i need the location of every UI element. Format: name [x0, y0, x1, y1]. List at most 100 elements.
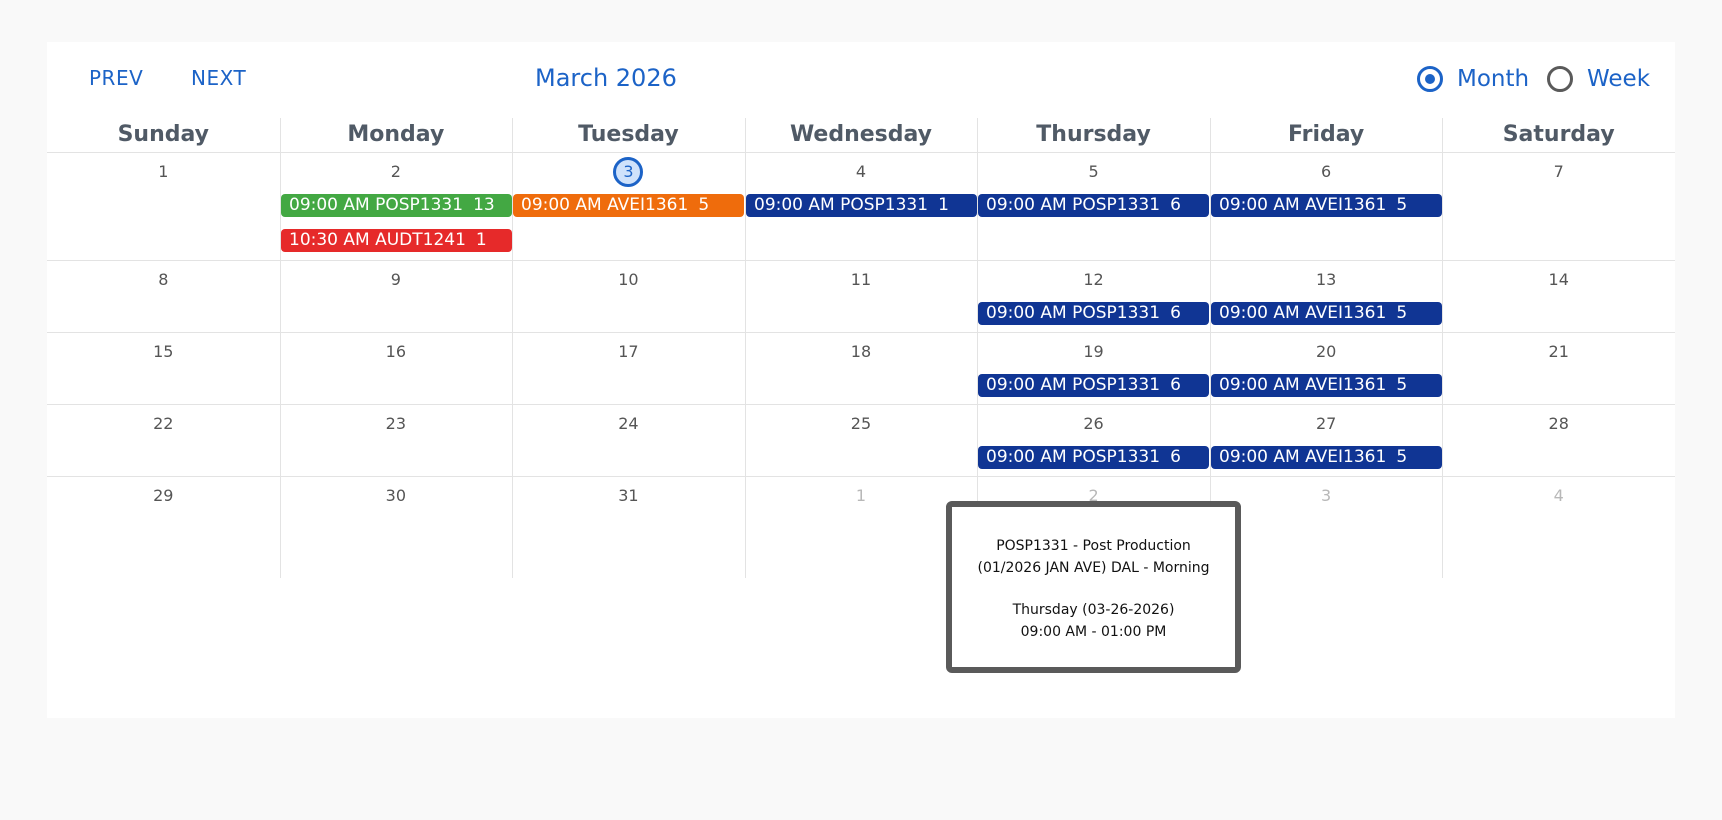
- day-number[interactable]: 25: [745, 414, 978, 434]
- event-count: 6: [1170, 195, 1181, 215]
- day-number[interactable]: 17: [512, 342, 745, 362]
- event-time: 09:00 AM: [986, 375, 1067, 395]
- event-time: 09:00 AM: [1219, 375, 1300, 395]
- day-number[interactable]: 22: [47, 414, 280, 434]
- calendar-event[interactable]: 10:30 AM AUDT1241 1: [281, 229, 512, 252]
- event-count: 1: [938, 195, 949, 215]
- adjacent-month-day-number[interactable]: 3: [1210, 486, 1443, 506]
- weekday-header-sunday: Sunday: [117, 122, 209, 147]
- calendar-event[interactable]: 09:00 AM POSP1331 6: [978, 374, 1209, 397]
- event-time: 09:00 AM: [289, 195, 370, 215]
- day-number[interactable]: 29: [47, 486, 280, 506]
- day-number[interactable]: 16: [280, 342, 513, 362]
- weekday-header-saturday: Saturday: [1502, 122, 1615, 147]
- day-number[interactable]: 21: [1442, 342, 1675, 362]
- event-code: AVEI1361: [607, 195, 689, 215]
- weekday-header-monday: Monday: [347, 122, 445, 147]
- week-divider: [47, 260, 1675, 261]
- day-number[interactable]: 13: [1210, 270, 1443, 290]
- calendar-event[interactable]: 09:00 AM AVEI1361 5: [1211, 446, 1442, 469]
- event-count: 6: [1170, 375, 1181, 395]
- next-button[interactable]: NEXT: [191, 66, 246, 90]
- adjacent-month-day-number[interactable]: 1: [745, 486, 978, 506]
- day-number[interactable]: 27: [1210, 414, 1443, 434]
- weekday-header-friday: Friday: [1287, 122, 1365, 147]
- calendar-event[interactable]: 09:00 AM POSP1331 6: [978, 446, 1209, 469]
- event-count: 5: [1396, 447, 1408, 467]
- week-divider: [47, 404, 1675, 405]
- day-number[interactable]: 14: [1442, 270, 1675, 290]
- month-radio[interactable]: [1417, 66, 1443, 92]
- day-number[interactable]: 19: [977, 342, 1210, 362]
- week-divider: [47, 476, 1675, 477]
- tooltip-subtitle: (01/2026 JAN AVE) DAL - Morning: [977, 560, 1210, 576]
- event-tooltip: POSP1331 - Post Production (01/2026 JAN …: [946, 501, 1241, 673]
- event-count: 5: [1396, 375, 1408, 395]
- event-code: POSP1331: [1072, 447, 1161, 467]
- calendar-event[interactable]: 09:00 AM AVEI1361 5: [513, 194, 744, 217]
- event-time: 09:00 AM: [986, 303, 1067, 323]
- calendar-event[interactable]: 09:00 AM AVEI1361 5: [1211, 194, 1442, 217]
- day-number[interactable]: 5: [977, 162, 1210, 182]
- event-count: 6: [1170, 447, 1181, 467]
- day-number[interactable]: 10: [512, 270, 745, 290]
- week-divider: [47, 332, 1675, 333]
- calendar-event[interactable]: 09:00 AM AVEI1361 5: [1211, 374, 1442, 397]
- prev-button[interactable]: PREV: [89, 66, 143, 90]
- day-number[interactable]: 26: [977, 414, 1210, 434]
- month-label[interactable]: Month: [1457, 66, 1529, 92]
- weekday-header-tuesday: Tuesday: [578, 122, 679, 147]
- event-time: 09:00 AM: [986, 447, 1067, 467]
- tooltip-title: POSP1331 - Post Production: [996, 538, 1191, 554]
- calendar-event[interactable]: 09:00 AM POSP1331 6: [978, 194, 1209, 217]
- event-time: 09:00 AM: [754, 195, 835, 215]
- day-number[interactable]: 1: [47, 162, 280, 182]
- weekday-header-thursday: Thursday: [1036, 122, 1151, 147]
- tooltip-date: Thursday (03-26-2026): [1012, 602, 1175, 618]
- tooltip-time: 09:00 AM - 01:00 PM: [1020, 624, 1167, 640]
- day-number[interactable]: 4: [745, 162, 978, 182]
- day-number[interactable]: 31: [512, 486, 745, 506]
- event-code: POSP1331: [1072, 375, 1161, 395]
- today-day-number[interactable]: 3: [613, 157, 644, 187]
- week-radio[interactable]: [1547, 66, 1573, 92]
- day-number[interactable]: 15: [47, 342, 280, 362]
- day-number[interactable]: 6: [1210, 162, 1443, 182]
- day-number[interactable]: 23: [280, 414, 513, 434]
- event-time: 09:00 AM: [1219, 195, 1300, 215]
- day-number[interactable]: 7: [1442, 162, 1675, 182]
- week-label[interactable]: Week: [1587, 66, 1650, 92]
- event-count: 5: [698, 195, 710, 215]
- day-number[interactable]: 2: [280, 162, 513, 182]
- weekday-header: Sunday Monday Tuesday Wednesday Thursday Frid…: [47, 118, 1675, 153]
- day-number[interactable]: 28: [1442, 414, 1675, 434]
- day-number[interactable]: 30: [280, 486, 513, 506]
- calendar-event[interactable]: 09:00 AM POSP1331 1: [746, 194, 977, 217]
- calendar-event[interactable]: 09:00 AM POSP1331 13: [281, 194, 512, 217]
- calendar-event[interactable]: 09:00 AM POSP1331 6: [978, 302, 1209, 325]
- day-number[interactable]: 12: [977, 270, 1210, 290]
- adjacent-month-day-number[interactable]: 4: [1442, 486, 1675, 506]
- event-code: AVEI1361: [1305, 447, 1387, 467]
- day-number[interactable]: 8: [47, 270, 280, 290]
- event-code: POSP1331: [1072, 303, 1161, 323]
- day-number[interactable]: 24: [512, 414, 745, 434]
- event-code: AVEI1361: [1305, 375, 1387, 395]
- event-code: POSP1331: [1072, 195, 1161, 215]
- event-count: 13: [473, 195, 495, 215]
- calendar-event[interactable]: 09:00 AM AVEI1361 5: [1211, 302, 1442, 325]
- view-option-month[interactable]: Month: [1417, 62, 1529, 96]
- view-option-week[interactable]: Week: [1547, 62, 1650, 96]
- event-time: 09:00 AM: [986, 195, 1067, 215]
- event-time: 10:30 AM: [289, 230, 370, 250]
- day-number[interactable]: 9: [280, 270, 513, 290]
- day-number[interactable]: 20: [1210, 342, 1443, 362]
- calendar-card: PREV NEXT March 2026 Month Week Sunday Mo…: [47, 42, 1675, 718]
- event-count: 6: [1170, 303, 1181, 323]
- event-time: 09:00 AM: [521, 195, 602, 215]
- event-time: 09:00 AM: [1219, 303, 1300, 323]
- day-number[interactable]: 18: [745, 342, 978, 362]
- day-number[interactable]: 11: [745, 270, 978, 290]
- calendar-toolbar: PREV NEXT March 2026 Month Week: [47, 42, 1675, 116]
- calendar-title: March 2026: [535, 64, 677, 92]
